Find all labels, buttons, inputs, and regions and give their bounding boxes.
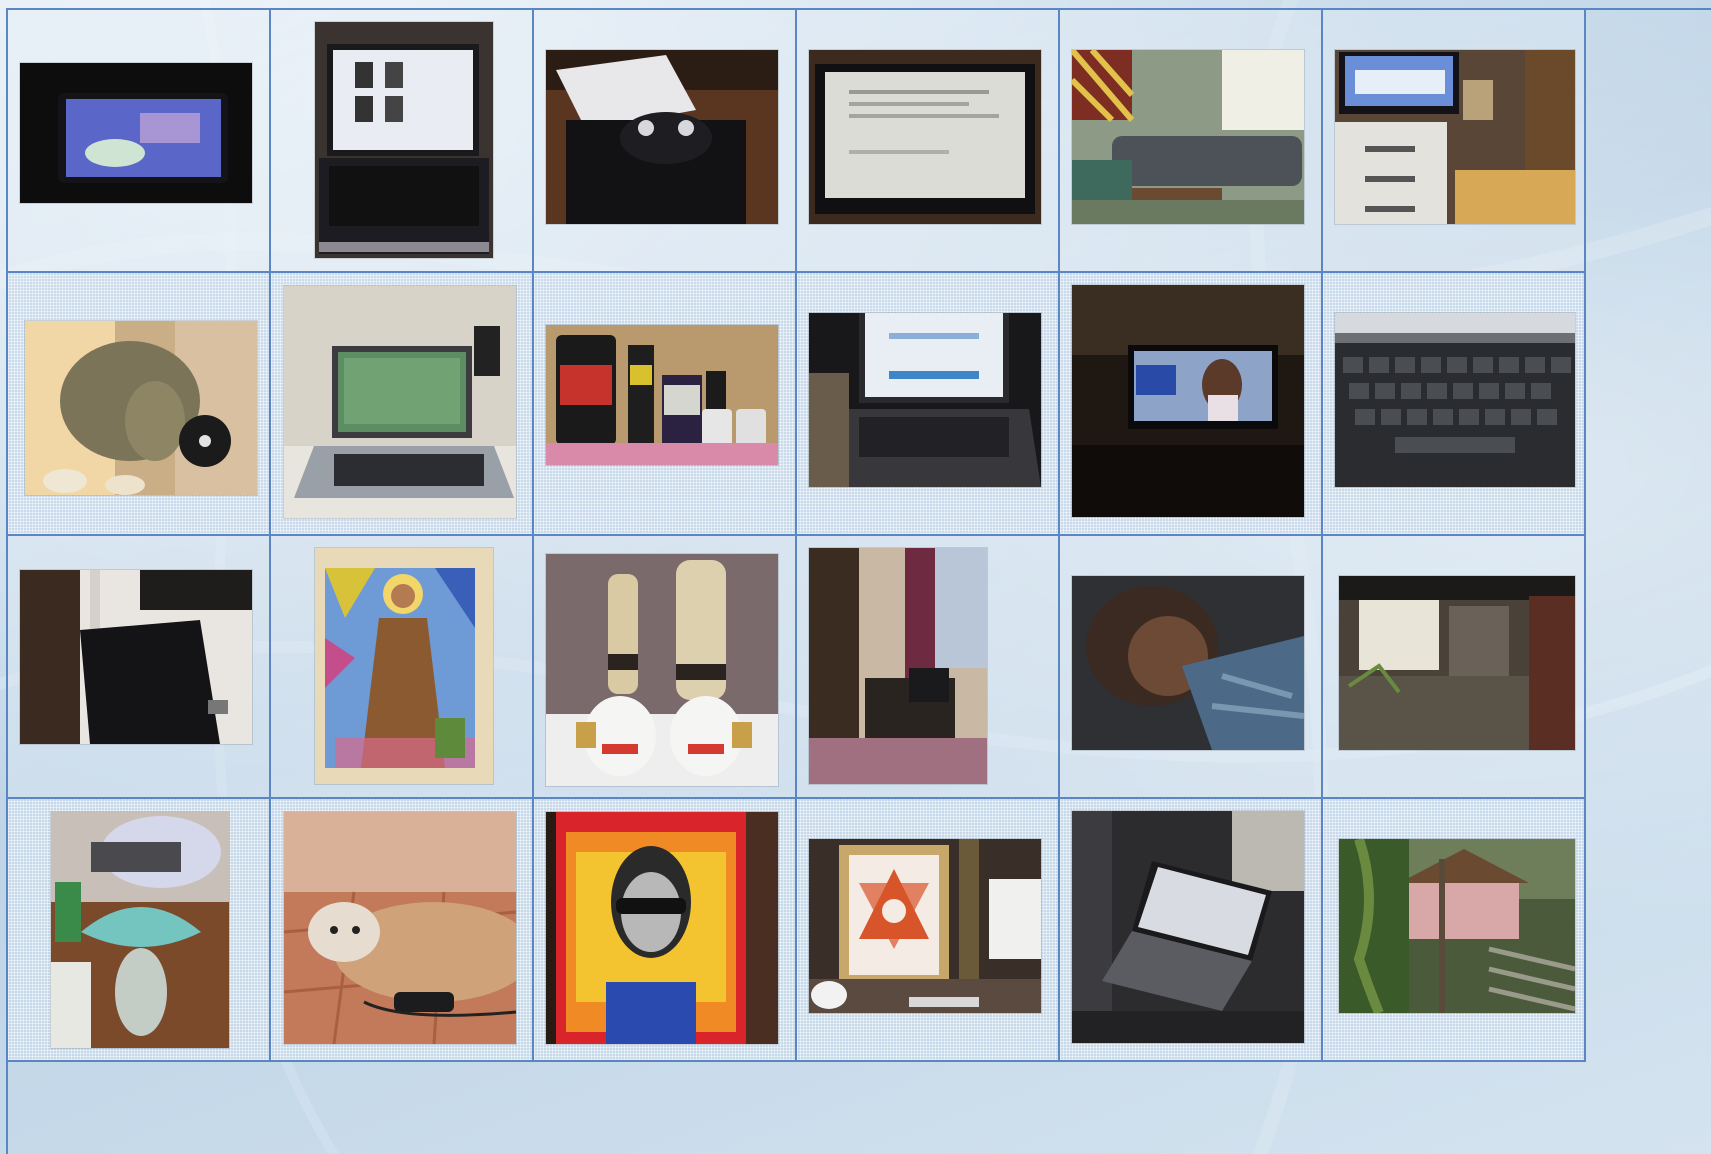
photo-keyboard-closeup[interactable] [1335, 313, 1575, 487]
photo-person-sleeping[interactable] [1072, 576, 1304, 750]
photo-dog-lying[interactable] [284, 812, 516, 1044]
grid-cell [271, 799, 534, 1062]
grid-cell [1323, 536, 1586, 799]
photo-house-exterior[interactable] [1339, 576, 1575, 750]
grid-cell [1060, 799, 1323, 1062]
photo-monitor-screen[interactable] [809, 50, 1041, 224]
photo-grid [6, 8, 1711, 1154]
grid-cell [8, 536, 271, 799]
grid-cell [797, 799, 1060, 1062]
grid-cell [271, 536, 534, 799]
grid-cell [1323, 10, 1586, 273]
gallery-page [0, 0, 1711, 1154]
grid-cell [271, 10, 534, 273]
grid-cell [797, 536, 1060, 799]
photo-laptop-on-sofa[interactable] [1072, 811, 1304, 1043]
photo-pacifier-closeup[interactable] [51, 812, 229, 1048]
photo-tablet-screen[interactable] [20, 63, 252, 203]
photo-framed-yantra[interactable] [809, 839, 1041, 1013]
grid-cell [534, 10, 797, 273]
grid-cell [1323, 273, 1586, 536]
photo-vases-lucky-cats[interactable] [546, 554, 778, 786]
grid-cell [8, 10, 271, 273]
grid-cell [8, 273, 271, 536]
grid-cell [271, 273, 534, 536]
photo-tv-above-dresser[interactable] [1335, 50, 1575, 224]
photo-living-room-sofa[interactable] [1072, 50, 1304, 224]
grid-cell [1060, 273, 1323, 536]
grid-cell [1060, 536, 1323, 799]
photo-gamepad-on-console[interactable] [546, 50, 778, 224]
photo-saint-painting[interactable] [315, 548, 493, 784]
grid-cell [797, 273, 1060, 536]
photo-laptop-dark-room[interactable] [809, 313, 1041, 487]
grid-cell [797, 10, 1060, 273]
grid-cell [1323, 799, 1586, 1062]
grid-cell [534, 536, 797, 799]
photo-supplement-containers[interactable] [546, 325, 778, 465]
grid-cell [534, 273, 797, 536]
photo-bedroom-doorway[interactable] [809, 548, 987, 784]
grid-cell [8, 799, 271, 1062]
photo-tv-dark-room[interactable] [1072, 285, 1304, 517]
grid-cell [534, 799, 797, 1062]
photo-silver-laptop-desk[interactable] [284, 286, 516, 518]
photo-laptop-open[interactable] [315, 22, 493, 258]
photo-portrait-painting[interactable] [546, 812, 778, 1044]
photo-elephant-figurine[interactable] [25, 321, 257, 495]
photo-garden-stone-steps[interactable] [1339, 839, 1575, 1013]
grid-cell [1060, 10, 1323, 273]
photo-black-chair[interactable] [20, 570, 252, 744]
